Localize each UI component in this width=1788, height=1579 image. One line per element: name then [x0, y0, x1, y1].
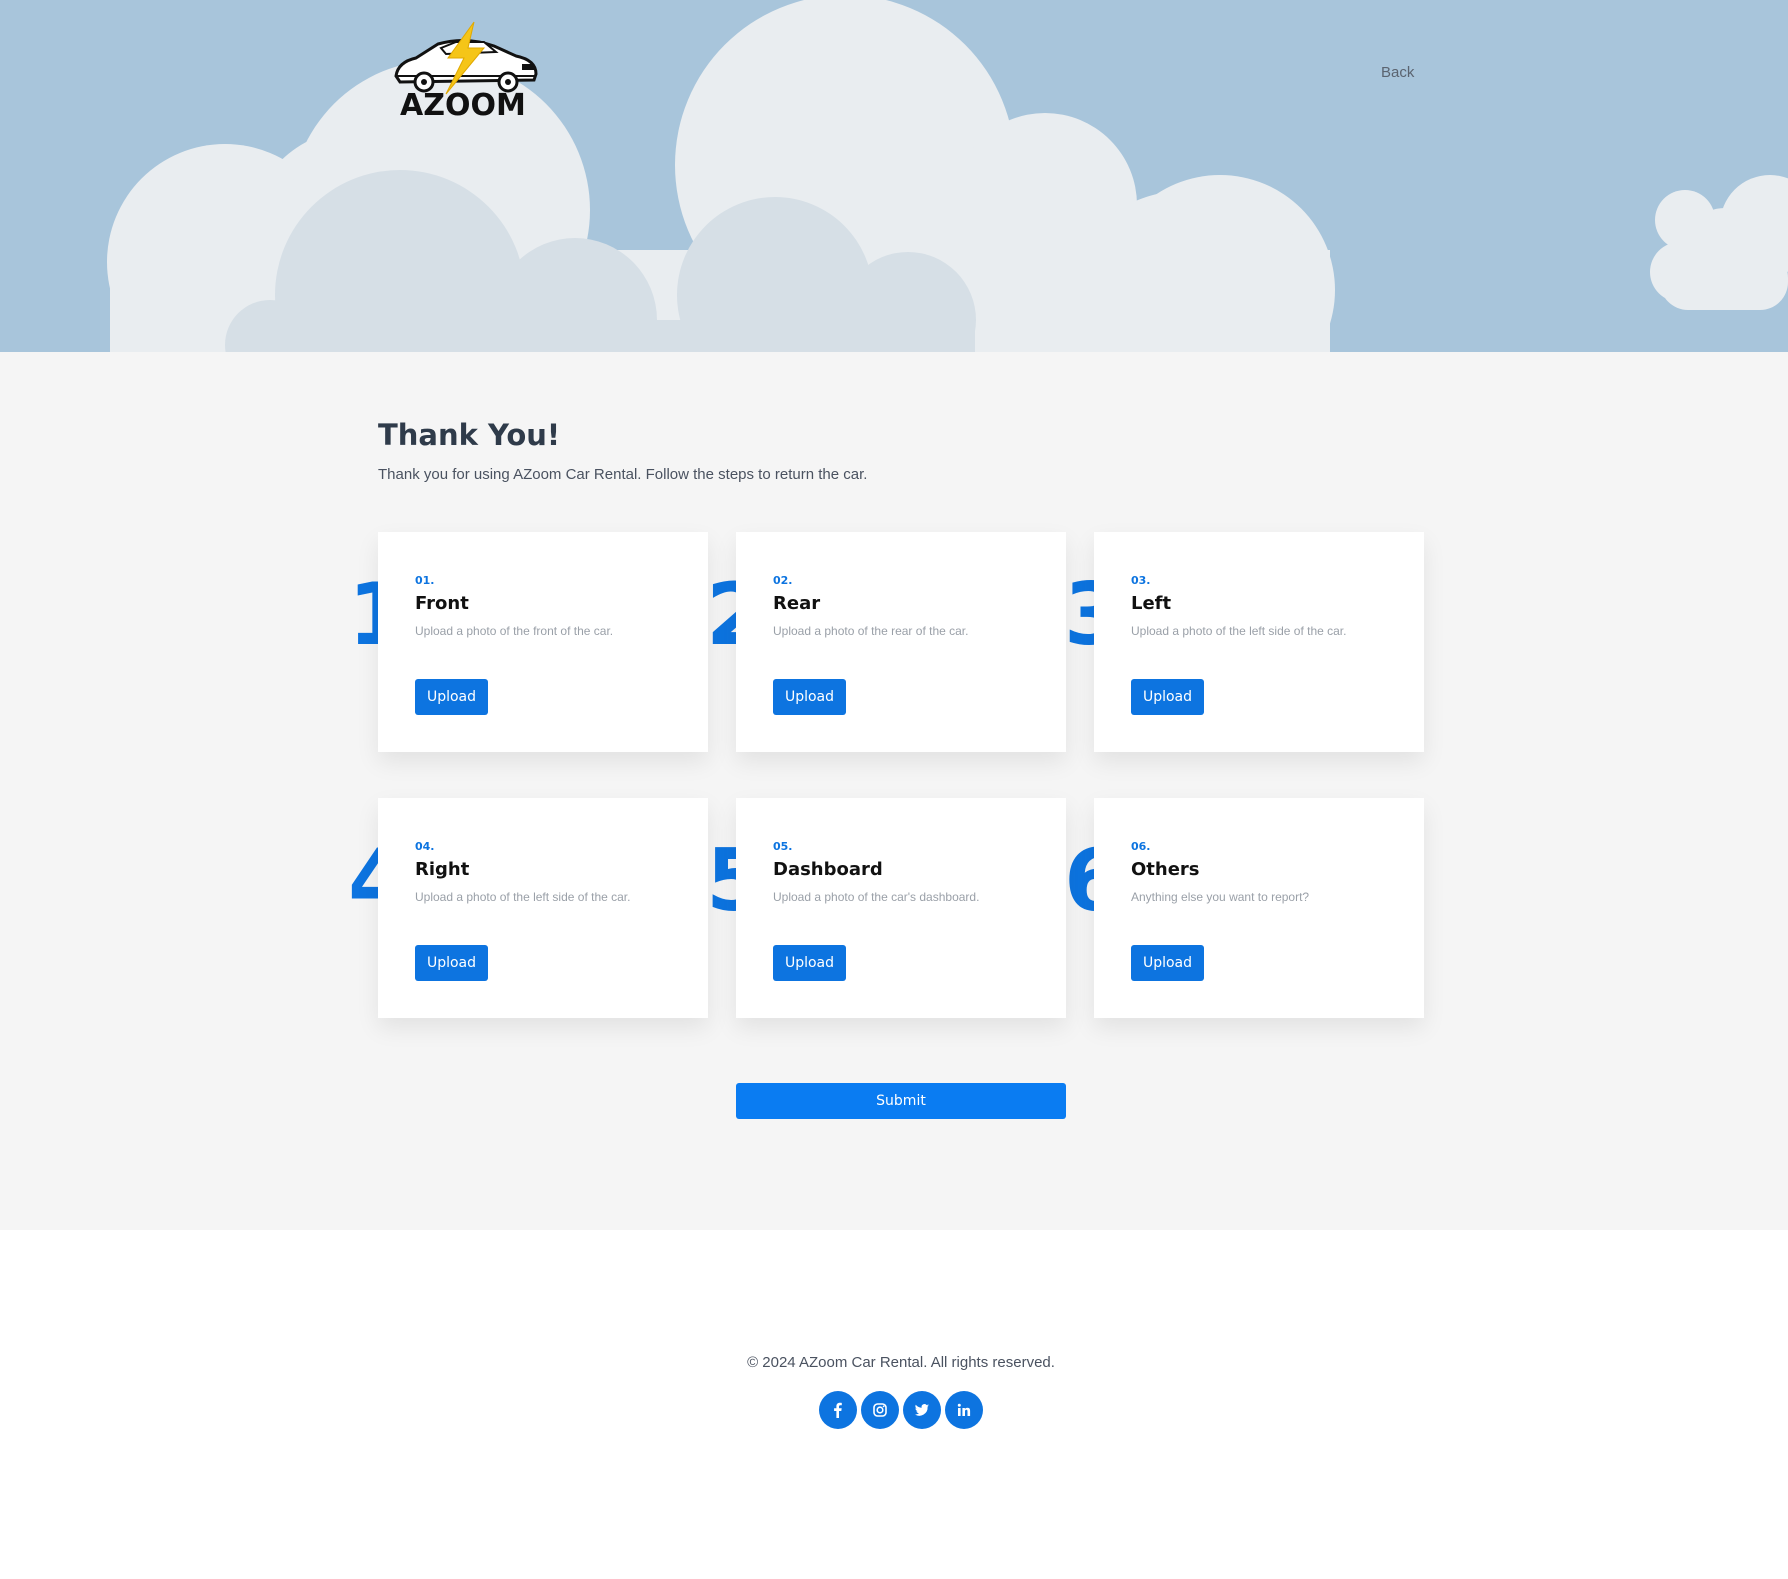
clouds-illustration: [107, 0, 1788, 352]
submit-button[interactable]: Submit: [736, 1083, 1066, 1119]
step-card-body: 06. Others Anything else you want to rep…: [1094, 798, 1424, 1018]
step-title: Rear: [773, 593, 821, 614]
step-card-body: 05. Dashboard Upload a photo of the car'…: [736, 798, 1066, 1018]
azoom-logo[interactable]: AZOOM: [386, 18, 546, 128]
step-card-front: 1 01. Front Upload a photo of the front …: [348, 532, 708, 752]
step-number: 05.: [773, 840, 793, 853]
step-title: Right: [415, 859, 470, 880]
step-number: 01.: [415, 574, 435, 587]
step-description: Upload a photo of the rear of the car.: [773, 624, 969, 638]
step-title: Dashboard: [773, 859, 883, 880]
step-description: Upload a photo of the left side of the c…: [415, 890, 631, 904]
back-link[interactable]: Back: [1381, 64, 1414, 81]
step-description: Upload a photo of the front of the car.: [415, 624, 614, 638]
twitter-icon[interactable]: [903, 1391, 941, 1429]
upload-left-button[interactable]: Upload: [1131, 679, 1204, 715]
upload-others-button[interactable]: Upload: [1131, 945, 1204, 981]
social-links: [819, 1391, 983, 1429]
step-card-body: 01. Front Upload a photo of the front of…: [378, 532, 708, 752]
step-description: Upload a photo of the car's dashboard.: [773, 890, 980, 904]
step-card-left: 3 03. Left Upload a photo of the left si…: [1064, 532, 1424, 752]
step-number: 03.: [1131, 574, 1151, 587]
step-title: Others: [1131, 859, 1200, 880]
step-description: Anything else you want to report?: [1131, 890, 1310, 904]
copyright-text: © 2024 AZoom Car Rental. All rights rese…: [747, 1354, 1055, 1371]
step-card-others: 6 06. Others Anything else you want to r…: [1064, 798, 1424, 1018]
instagram-icon[interactable]: [861, 1391, 899, 1429]
step-card-body: 03. Left Upload a photo of the left side…: [1094, 532, 1424, 752]
upload-rear-button[interactable]: Upload: [773, 679, 846, 715]
upload-front-button[interactable]: Upload: [415, 679, 488, 715]
step-card-rear: 2 02. Rear Upload a photo of the rear of…: [706, 532, 1066, 752]
step-title: Front: [415, 593, 469, 614]
step-card-dashboard: 5 05. Dashboard Upload a photo of the ca…: [706, 798, 1066, 1018]
main-content: Thank You! Thank you for using AZoom Car…: [0, 352, 1788, 1230]
page-title: Thank You!: [378, 418, 561, 452]
upload-right-button[interactable]: Upload: [415, 945, 488, 981]
brand-name: AZOOM: [400, 88, 526, 123]
step-number: 02.: [773, 574, 793, 587]
step-number: 06.: [1131, 840, 1151, 853]
step-card-body: 02. Rear Upload a photo of the rear of t…: [736, 532, 1066, 752]
hero-banner: AZOOM Back: [0, 0, 1788, 352]
step-number: 04.: [415, 840, 435, 853]
upload-dashboard-button[interactable]: Upload: [773, 945, 846, 981]
step-title: Left: [1131, 593, 1172, 614]
step-description: Upload a photo of the left side of the c…: [1131, 624, 1347, 638]
linkedin-icon[interactable]: [945, 1391, 983, 1429]
facebook-icon[interactable]: [819, 1391, 857, 1429]
step-card-right: 4 04. Right Upload a photo of the left s…: [348, 798, 708, 1018]
car-logo-icon: [394, 21, 538, 95]
step-card-body: 04. Right Upload a photo of the left sid…: [378, 798, 708, 1018]
page-subtitle: Thank you for using AZoom Car Rental. Fo…: [378, 466, 868, 483]
